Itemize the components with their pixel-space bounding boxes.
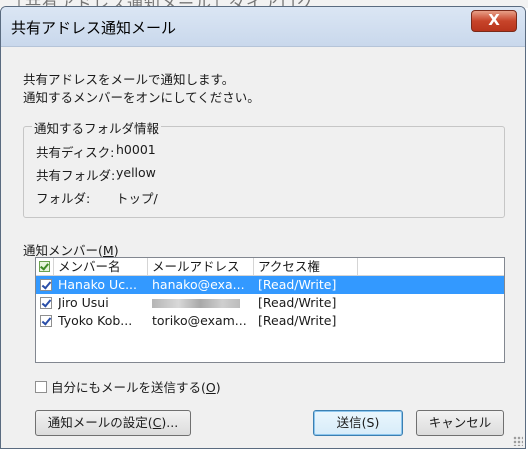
list-header: メンバー名 メールアドレス アクセス権 — [36, 258, 504, 276]
self-mail-label: 自分にもメールを送信する( — [51, 380, 206, 395]
folder-info-group: 通知するフォルダ情報 共有ディスク: h0001 共有フォルダ: yellow … — [23, 118, 505, 218]
folder-info-legend: 通知するフォルダ情報 — [32, 118, 162, 137]
member-email: toriko@exam... — [152, 313, 247, 328]
member-access: [Read/Write] — [258, 295, 337, 310]
folder-label: フォルダ: — [36, 191, 91, 206]
shared-disk-value: h0001 — [116, 142, 156, 157]
member-name: Tyoko Kob... — [58, 313, 133, 328]
member-name: Hanako Uc... — [58, 277, 137, 292]
title-bar: 共有アドレス通知メール X — [1, 7, 525, 47]
check-all-icon[interactable] — [39, 261, 50, 272]
member-email-redacted — [152, 294, 252, 313]
dialog-window: 共有アドレス通知メール X 共有アドレスをメールで通知します。 通知するメンバー… — [0, 6, 526, 449]
member-name: Jiro Usui — [58, 295, 109, 310]
table-row[interactable]: Tyoko Kob... toriko@exam... [Read/Write] — [36, 312, 504, 330]
redacted-email-blur — [152, 299, 240, 308]
member-access: [Read/Write] — [258, 277, 337, 292]
table-row[interactable]: Hanako Uc... hanako@exa... [Read/Write] — [36, 276, 504, 294]
close-button[interactable]: X — [471, 10, 517, 32]
shared-folder-row: 共有フォルダ: yellow — [36, 165, 156, 184]
self-mail-mnemonic: O — [205, 380, 216, 395]
table-row[interactable]: Jiro Usui [Read/Write] — [36, 294, 504, 312]
shared-folder-value: yellow — [116, 165, 156, 180]
column-header-email[interactable]: メールアドレス — [148, 258, 254, 275]
header-check-cell[interactable] — [36, 258, 54, 275]
cancel-button[interactable]: キャンセル — [416, 410, 504, 436]
self-mail-checkbox[interactable] — [35, 381, 47, 393]
instruction-line-1: 共有アドレスをメールで通知します。 — [23, 72, 235, 87]
folder-row: フォルダ: トップ/ — [36, 188, 158, 207]
send-button[interactable]: 送信(S) — [313, 410, 403, 436]
members-list[interactable]: メンバー名 メールアドレス アクセス権 Hanako Uc... hanako@… — [35, 257, 505, 363]
member-checkbox[interactable] — [40, 315, 52, 327]
shared-disk-row: 共有ディスク: h0001 — [36, 142, 156, 161]
shared-folder-label: 共有フォルダ: — [36, 168, 116, 183]
column-header-name[interactable]: メンバー名 — [54, 258, 148, 275]
self-mail-option[interactable]: 自分にもメールを送信する(O) — [35, 377, 221, 396]
resize-grip-icon[interactable] — [513, 436, 523, 446]
folder-value: トップ/ — [116, 191, 158, 206]
member-checkbox[interactable] — [40, 279, 52, 291]
column-header-access[interactable]: アクセス権 — [254, 258, 358, 275]
member-access: [Read/Write] — [258, 313, 337, 328]
instruction-line-2: 通知するメンバーをオンにしてください。 — [23, 90, 260, 105]
notification-settings-button[interactable]: 通知メールの設定(C)... — [35, 410, 191, 436]
shared-disk-label: 共有ディスク: — [36, 145, 115, 160]
member-checkbox[interactable] — [40, 297, 52, 309]
member-email: hanako@exa... — [152, 277, 245, 292]
window-title: 共有アドレス通知メール — [11, 19, 177, 37]
